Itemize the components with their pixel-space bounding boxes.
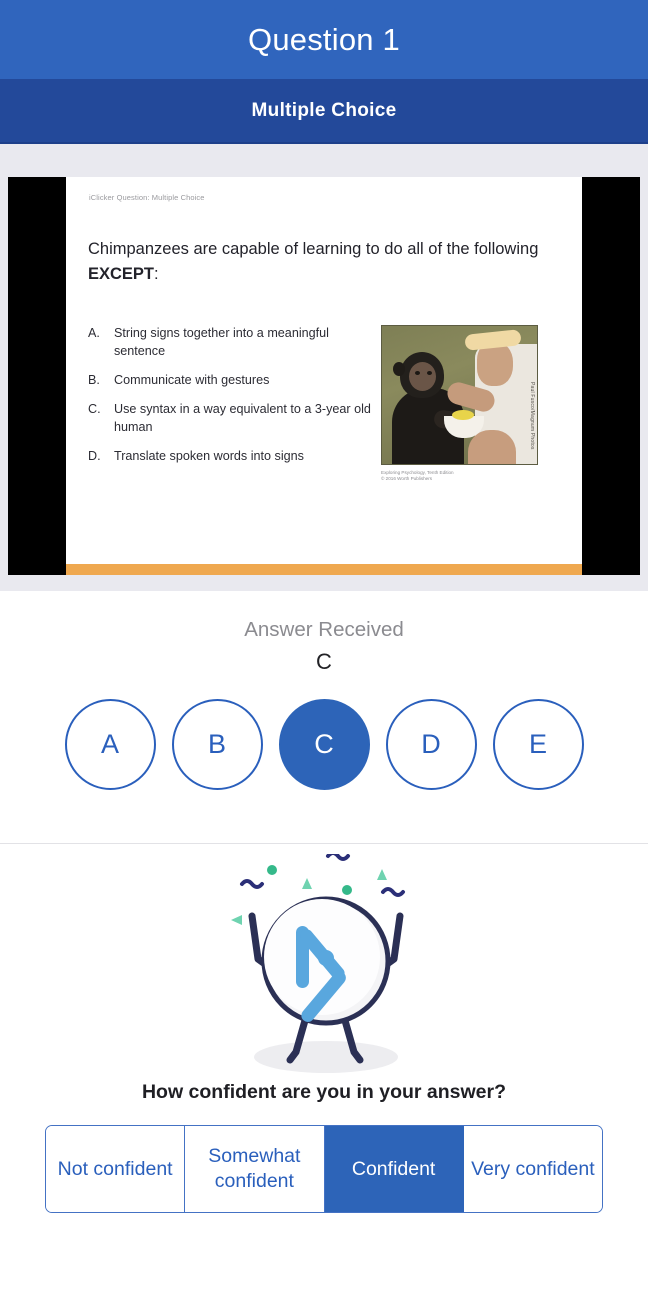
confidence-option-very-confident[interactable]: Very confident <box>463 1126 602 1212</box>
photo-chimp-eye-left <box>415 371 420 375</box>
choice-letter: C. <box>88 402 101 416</box>
slide-letterbox-frame[interactable]: iClicker Question: Multiple Choice Chimp… <box>8 177 640 575</box>
choice-text: Translate spoken words into signs <box>114 449 304 463</box>
confidence-option-confident[interactable]: Confident <box>324 1126 464 1212</box>
figure-caption: Exploring Psychology, Tenth Edition © 20… <box>381 470 553 483</box>
answer-option-a[interactable]: A <box>64 699 156 790</box>
list-item: A. String signs together into a meaningf… <box>88 324 378 360</box>
answer-received-value: C <box>316 649 332 674</box>
choice-text: Use syntax in a way equivalent to a 3-ye… <box>114 402 371 434</box>
slide-accent-bar <box>66 564 582 575</box>
slide-kicker-label: iClicker Question: Multiple Choice <box>89 193 205 202</box>
slide-choice-list: A. String signs together into a meaningf… <box>88 324 378 476</box>
confidence-option-not-confident[interactable]: Not confident <box>46 1126 186 1212</box>
question-type-bar: Multiple Choice <box>0 79 648 144</box>
slide-region: iClicker Question: Multiple Choice Chimp… <box>0 144 648 591</box>
list-item: B. Communicate with gestures <box>88 371 378 389</box>
answer-option-d[interactable]: D <box>385 699 477 790</box>
question-screen: Question 1 Multiple Choice iClicker Ques… <box>0 0 648 1296</box>
slide-figure: Paul Fusco/Magnum Photos Exploring Psych… <box>381 325 553 483</box>
answer-choice-row: A B C D E <box>64 699 584 790</box>
slide-content: iClicker Question: Multiple Choice Chimp… <box>66 177 582 575</box>
answer-option-e[interactable]: E <box>492 699 584 790</box>
photo-bowl-food <box>452 410 474 420</box>
choice-text: String signs together into a meaningful … <box>114 326 329 358</box>
slide-question-part1: Chimpanzees are capable of learning to d… <box>88 240 539 258</box>
confidence-button-group: Not confident Somewhat confident Confide… <box>45 1125 603 1213</box>
choice-letter: A. <box>88 326 100 340</box>
photo-chimp-face <box>409 362 436 391</box>
photo-chimp-eye-right <box>427 371 432 375</box>
answer-received-label: Answer Received <box>244 618 404 641</box>
confidence-section: How confident are you in your answer? No… <box>0 844 648 1296</box>
list-item: D. Translate spoken words into signs <box>88 447 378 465</box>
chimpanzee-photo: Paul Fusco/Magnum Photos <box>381 325 538 465</box>
choice-letter: B. <box>88 373 100 387</box>
photo-credit: Paul Fusco/Magnum Photos <box>529 382 535 450</box>
slide-question-part2: : <box>154 265 159 283</box>
question-type-label: Multiple Choice <box>251 99 397 121</box>
choice-text: Communicate with gestures <box>114 373 270 387</box>
slide-question-emphasis: EXCEPT <box>88 265 155 283</box>
confidence-option-somewhat-confident[interactable]: Somewhat confident <box>185 1126 325 1212</box>
list-item: C. Use syntax in a way equivalent to a 3… <box>88 400 378 436</box>
answer-option-b[interactable]: B <box>171 699 263 790</box>
page-title: Question 1 <box>248 21 400 57</box>
confidence-question-label: How confident are you in your answer? <box>141 1081 507 1103</box>
choice-letter: D. <box>88 449 101 463</box>
answer-received-section: Answer Received C A B C D E <box>0 591 648 844</box>
header-bar: Question 1 <box>0 0 648 79</box>
photo-chimp-ear <box>393 362 405 376</box>
slide-question-text: Chimpanzees are capable of learning to d… <box>88 237 550 287</box>
iclicker-mascot-icon <box>214 851 434 1079</box>
answer-option-c[interactable]: C <box>278 699 370 790</box>
figure-caption-line2: © 2016 Worth Publishers <box>381 476 433 482</box>
